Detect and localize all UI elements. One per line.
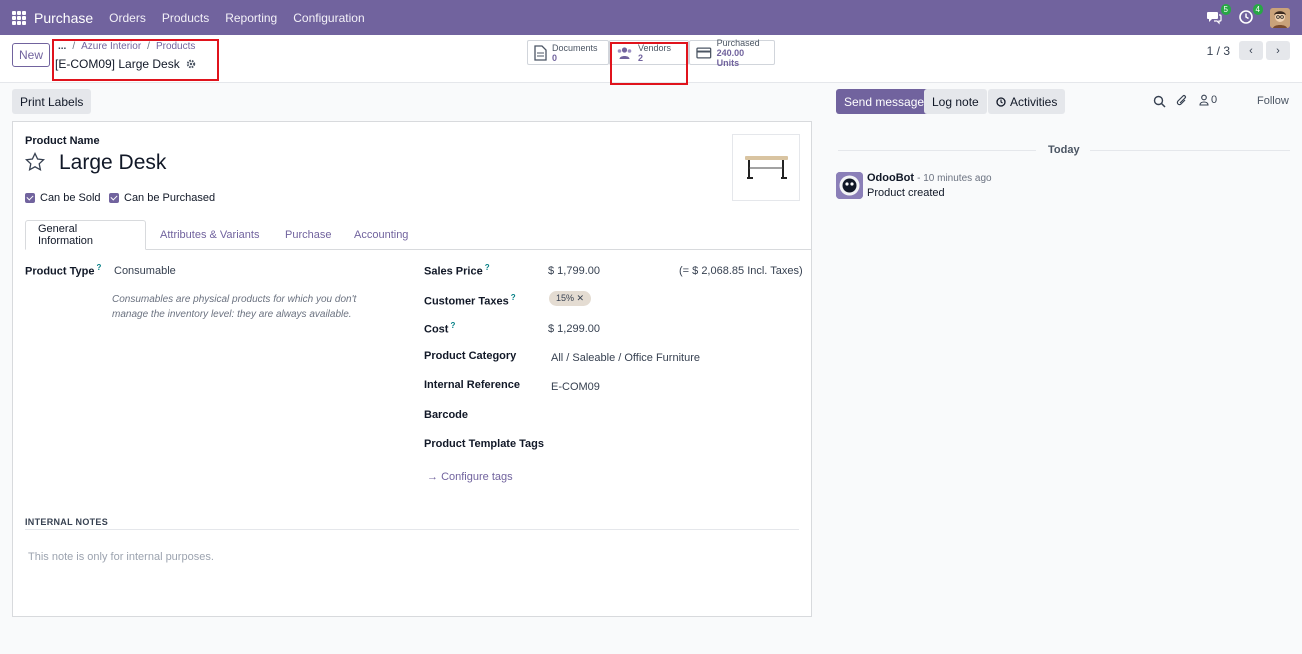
- send-message-button[interactable]: Send message: [836, 89, 933, 114]
- message-time: - 10 minutes ago: [917, 173, 992, 184]
- help-tooltip-icon[interactable]: ?: [511, 293, 516, 302]
- paperclip-icon[interactable]: [1176, 94, 1188, 108]
- control-panel: New ... / Azure Interior / Products [E-C…: [0, 35, 1302, 85]
- incl-taxes-text: (= $ 2,068.85 Incl. Taxes): [679, 265, 803, 277]
- activities-clock-icon[interactable]: 4: [1238, 3, 1263, 27]
- date-separator: Today: [1048, 144, 1080, 156]
- credit-card-icon: [696, 46, 712, 59]
- top-navbar: Purchase Orders Products Reporting Confi…: [0, 0, 1302, 35]
- menu-orders[interactable]: Orders: [101, 11, 154, 25]
- sales-price-field[interactable]: $ 1,799.00: [548, 265, 600, 277]
- cost-field[interactable]: $ 1,299.00: [548, 323, 600, 335]
- message-header: OdooBot - 10 minutes ago: [867, 172, 992, 184]
- help-tooltip-icon[interactable]: ?: [485, 263, 490, 272]
- checkbox-checked-icon: [25, 193, 35, 204]
- internal-reference-label: Internal Reference: [424, 379, 520, 391]
- main-menu: Orders Products Reporting Configuration: [101, 11, 372, 25]
- apps-grid-icon[interactable]: [12, 10, 26, 25]
- barcode-label: Barcode: [424, 409, 469, 421]
- menu-configuration[interactable]: Configuration: [285, 11, 372, 25]
- purchased-smart-button[interactable]: Purchased 240.00 Units: [689, 38, 775, 68]
- pager: 1 / 3 ‹ ›: [1207, 41, 1290, 60]
- breadcrumb-more[interactable]: ...: [58, 41, 66, 52]
- chevron-left-icon: ‹: [1249, 44, 1253, 57]
- documents-smart-button[interactable]: Documents 0: [527, 40, 609, 65]
- activities-button[interactable]: Activities: [988, 89, 1066, 114]
- file-icon: [534, 44, 547, 61]
- record-title-text: [E-COM09] Large Desk: [55, 57, 180, 71]
- breadcrumb: ... / Azure Interior / Products: [58, 41, 196, 52]
- product-tags-field[interactable]: [551, 434, 801, 454]
- breadcrumb-products[interactable]: Products: [156, 41, 195, 52]
- pager-next-button[interactable]: ›: [1266, 41, 1290, 60]
- help-tooltip-icon[interactable]: ?: [96, 263, 101, 272]
- product-name-label: Product Name: [25, 135, 100, 147]
- user-avatar[interactable]: [1270, 7, 1290, 28]
- sales-price-label: Sales Price?: [424, 263, 490, 278]
- menu-reporting[interactable]: Reporting: [217, 11, 285, 25]
- pager-value[interactable]: 1 / 3: [1207, 44, 1230, 58]
- can-be-purchased-checkbox[interactable]: Can be Purchased: [109, 192, 215, 204]
- chevron-right-icon: ›: [1276, 44, 1280, 57]
- configure-tags-link[interactable]: → Configure tags: [427, 471, 513, 483]
- print-labels-button[interactable]: Print Labels: [12, 89, 92, 114]
- product-template-tags-label: Product Template Tags: [424, 438, 545, 450]
- date-divider-left: [838, 150, 1036, 151]
- followers-button[interactable]: 0: [1199, 94, 1217, 106]
- new-button[interactable]: New: [12, 43, 50, 67]
- tab-purchase[interactable]: Purchase: [273, 220, 343, 250]
- messages-count-badge: 5: [1220, 3, 1231, 15]
- internal-reference-field[interactable]: E-COM09: [551, 381, 600, 393]
- product-type-help-text: Consumables are physical products for wh…: [112, 294, 357, 320]
- arrow-right-icon: →: [427, 471, 438, 483]
- customer-taxes-label: Customer Taxes?: [424, 293, 516, 308]
- date-divider-right: [1090, 150, 1290, 151]
- tab-general-information[interactable]: General Information: [25, 220, 146, 250]
- follow-button[interactable]: Follow: [1257, 95, 1289, 107]
- can-be-sold-checkbox[interactable]: Can be Sold: [25, 192, 101, 204]
- close-icon[interactable]: ✕: [577, 293, 585, 303]
- clock-icon: [996, 96, 1006, 107]
- product-category-field[interactable]: All / Saleable / Office Furniture: [551, 352, 700, 364]
- product-type-select[interactable]: Consumable: [114, 265, 176, 277]
- star-icon[interactable]: [25, 152, 45, 172]
- vendors-highlight-box: [610, 42, 688, 85]
- product-image[interactable]: [732, 134, 800, 201]
- pager-previous-button[interactable]: ‹: [1239, 41, 1263, 60]
- product-category-label: Product Category: [424, 350, 517, 362]
- message-author[interactable]: OdooBot: [867, 172, 914, 184]
- barcode-field[interactable]: [551, 405, 801, 425]
- cost-label: Cost?: [424, 321, 456, 336]
- internal-notes-field[interactable]: This note is only for internal purposes.: [28, 551, 214, 563]
- breadcrumb-azure-interior[interactable]: Azure Interior: [81, 41, 141, 52]
- user-icon: [1199, 94, 1209, 106]
- menu-products[interactable]: Products: [154, 11, 217, 25]
- app-name[interactable]: Purchase: [34, 10, 93, 26]
- form-tabs: General Information Attributes & Variant…: [25, 220, 811, 250]
- internal-notes-label: INTERNAL NOTES: [25, 517, 109, 527]
- log-note-button[interactable]: Log note: [924, 89, 987, 114]
- notes-divider: [25, 529, 799, 530]
- product-form-sheet: Product Name Large Desk Can be Sold Can …: [12, 121, 812, 617]
- checkbox-checked-icon: [109, 193, 119, 204]
- messages-icon[interactable]: 5: [1206, 3, 1231, 27]
- help-tooltip-icon[interactable]: ?: [450, 321, 455, 330]
- search-icon[interactable]: [1153, 95, 1166, 108]
- gear-icon[interactable]: [186, 59, 196, 69]
- tax-tag[interactable]: 15% ✕: [549, 291, 592, 306]
- record-title: [E-COM09] Large Desk: [55, 57, 196, 71]
- product-type-label: Product Type?: [25, 263, 102, 278]
- tab-accounting[interactable]: Accounting: [342, 220, 420, 250]
- message-body: Product created: [867, 187, 945, 199]
- activities-count-badge: 4: [1252, 3, 1263, 15]
- odoobot-avatar[interactable]: [836, 172, 863, 199]
- tab-attributes-variants[interactable]: Attributes & Variants: [148, 220, 271, 250]
- product-name-field[interactable]: Large Desk: [59, 151, 166, 175]
